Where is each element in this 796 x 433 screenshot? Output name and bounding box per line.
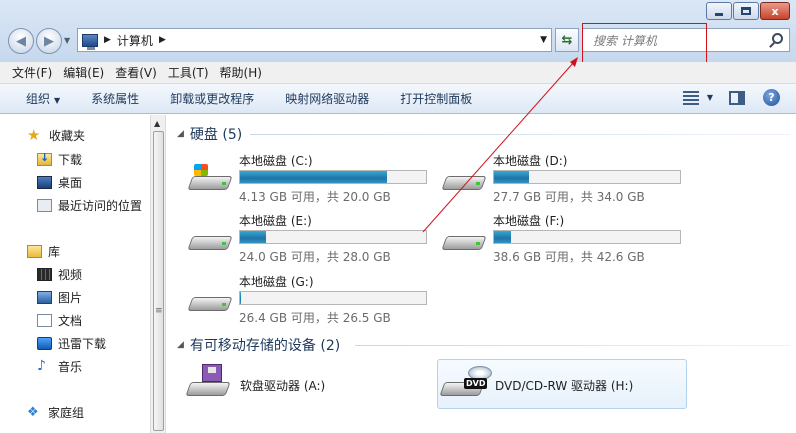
annotation-arrow <box>422 57 578 233</box>
